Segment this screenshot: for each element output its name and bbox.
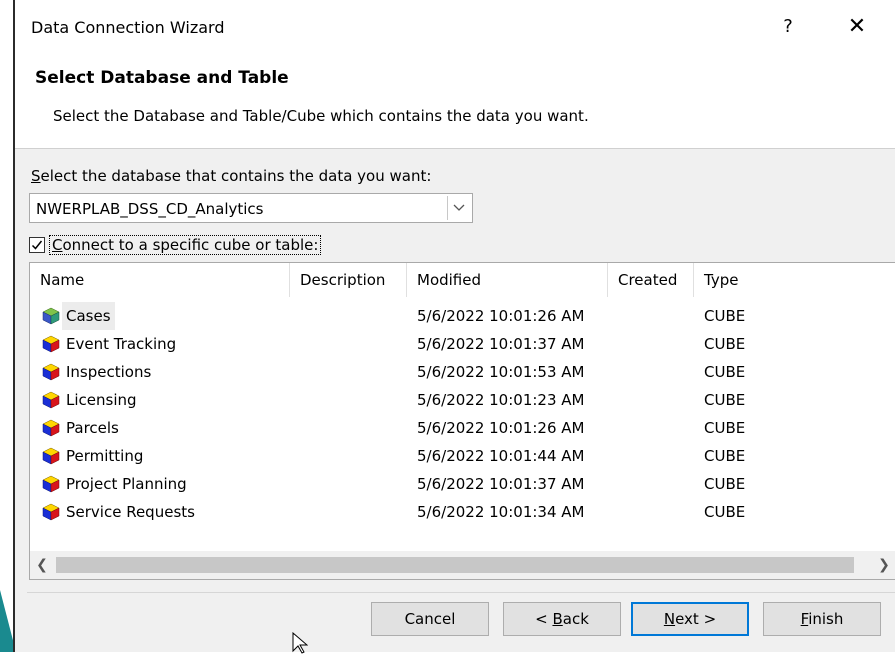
- table-row[interactable]: Cases 5/6/2022 10:01:26 AM CUBE: [30, 302, 895, 330]
- finish-button[interactable]: Finish: [763, 602, 881, 636]
- table-row[interactable]: Parcels 5/6/2022 10:01:26 AM CUBE: [30, 414, 895, 442]
- row-modified: 5/6/2022 10:01:44 AM: [417, 447, 585, 465]
- table-row[interactable]: Service Requests 5/6/2022 10:01:34 AM CUBE: [30, 498, 895, 526]
- database-select-label: Select the database that contains the da…: [31, 167, 432, 185]
- table-row[interactable]: Inspections 5/6/2022 10:01:53 AM CUBE: [30, 358, 895, 386]
- column-header-modified[interactable]: Modified: [407, 263, 606, 297]
- table-row[interactable]: Permitting 5/6/2022 10:01:44 AM CUBE: [30, 442, 895, 470]
- row-modified: 5/6/2022 10:01:23 AM: [417, 391, 585, 409]
- horizontal-scrollbar[interactable]: ❮ ❯: [30, 551, 895, 579]
- cube-table-list[interactable]: Name Description Modified Created Type C…: [29, 262, 895, 580]
- row-name: Event Tracking: [66, 335, 177, 353]
- step-description: Select the Database and Table/Cube which…: [53, 107, 589, 125]
- wizard-body: Select the database that contains the da…: [15, 149, 895, 652]
- row-name: Permitting: [66, 447, 144, 465]
- column-header-description[interactable]: Description: [290, 263, 405, 297]
- next-button[interactable]: Next >: [631, 602, 749, 636]
- perspective-cube-icon: [42, 307, 60, 325]
- row-type: CUBE: [704, 335, 746, 353]
- row-type: CUBE: [704, 475, 746, 493]
- mouse-pointer-icon: [292, 632, 308, 654]
- checkmark-icon: [31, 240, 43, 250]
- title-bar: Data Connection Wizard ? ✕: [15, 0, 895, 54]
- help-button[interactable]: ?: [775, 14, 801, 40]
- row-name: Licensing: [66, 391, 137, 409]
- cube-icon: [42, 503, 60, 521]
- cube-icon: [42, 447, 60, 465]
- row-modified: 5/6/2022 10:01:26 AM: [417, 419, 585, 437]
- row-type: CUBE: [704, 419, 746, 437]
- table-row[interactable]: Project Planning 5/6/2022 10:01:37 AM CUBE: [30, 470, 895, 498]
- cancel-button[interactable]: Cancel: [371, 602, 489, 636]
- connect-cube-label[interactable]: Connect to a specific cube or table:: [49, 235, 322, 255]
- close-icon: ✕: [847, 14, 867, 39]
- column-header-created[interactable]: Created: [608, 263, 692, 297]
- row-type: CUBE: [704, 307, 746, 325]
- cube-icon: [42, 475, 60, 493]
- row-name: Project Planning: [66, 475, 187, 493]
- row-modified: 5/6/2022 10:01:34 AM: [417, 503, 585, 521]
- scroll-right-arrow[interactable]: ❯: [872, 551, 895, 579]
- row-name: Parcels: [66, 419, 119, 437]
- button-divider: [27, 592, 895, 593]
- table-row[interactable]: Event Tracking 5/6/2022 10:01:37 AM CUBE: [30, 330, 895, 358]
- row-type: CUBE: [704, 363, 746, 381]
- chevron-right-icon: ❯: [878, 557, 890, 573]
- row-type: CUBE: [704, 503, 746, 521]
- cube-icon: [42, 363, 60, 381]
- step-title: Select Database and Table: [35, 68, 289, 88]
- data-connection-wizard-dialog: Data Connection Wizard ? ✕ Select Databa…: [13, 0, 895, 652]
- row-modified: 5/6/2022 10:01:37 AM: [417, 335, 585, 353]
- row-modified: 5/6/2022 10:01:53 AM: [417, 363, 585, 381]
- row-type: CUBE: [704, 391, 746, 409]
- table-header: Name Description Modified Created Type: [30, 263, 895, 297]
- cube-icon: [42, 391, 60, 409]
- row-name: Inspections: [66, 363, 152, 381]
- table-row[interactable]: Licensing 5/6/2022 10:01:23 AM CUBE: [30, 386, 895, 414]
- column-header-name[interactable]: Name: [30, 263, 288, 297]
- row-modified: 5/6/2022 10:01:37 AM: [417, 475, 585, 493]
- cube-icon: [42, 419, 60, 437]
- chevron-left-icon: ❮: [36, 557, 48, 573]
- row-type: CUBE: [704, 447, 746, 465]
- database-select[interactable]: NWERPLAB_DSS_CD_Analytics: [29, 193, 473, 223]
- column-header-type[interactable]: Type: [694, 263, 794, 297]
- chevron-down-icon: [453, 204, 465, 211]
- dropdown-arrow-button[interactable]: [447, 196, 470, 220]
- connect-cube-row[interactable]: Connect to a specific cube or table:: [29, 233, 322, 257]
- scrollbar-thumb[interactable]: [56, 557, 854, 573]
- wizard-header: Select Database and Table Select the Dat…: [15, 54, 895, 149]
- scroll-left-arrow[interactable]: ❮: [30, 551, 54, 579]
- database-select-value: NWERPLAB_DSS_CD_Analytics: [36, 200, 264, 218]
- row-modified: 5/6/2022 10:01:26 AM: [417, 307, 585, 325]
- window-title: Data Connection Wizard: [31, 18, 225, 37]
- connect-cube-checkbox[interactable]: [29, 237, 45, 253]
- cube-icon: [42, 335, 60, 353]
- back-button[interactable]: < Back: [503, 602, 621, 636]
- row-name: Service Requests: [66, 503, 195, 521]
- row-name: Cases: [62, 302, 115, 330]
- close-button[interactable]: ✕: [843, 14, 871, 40]
